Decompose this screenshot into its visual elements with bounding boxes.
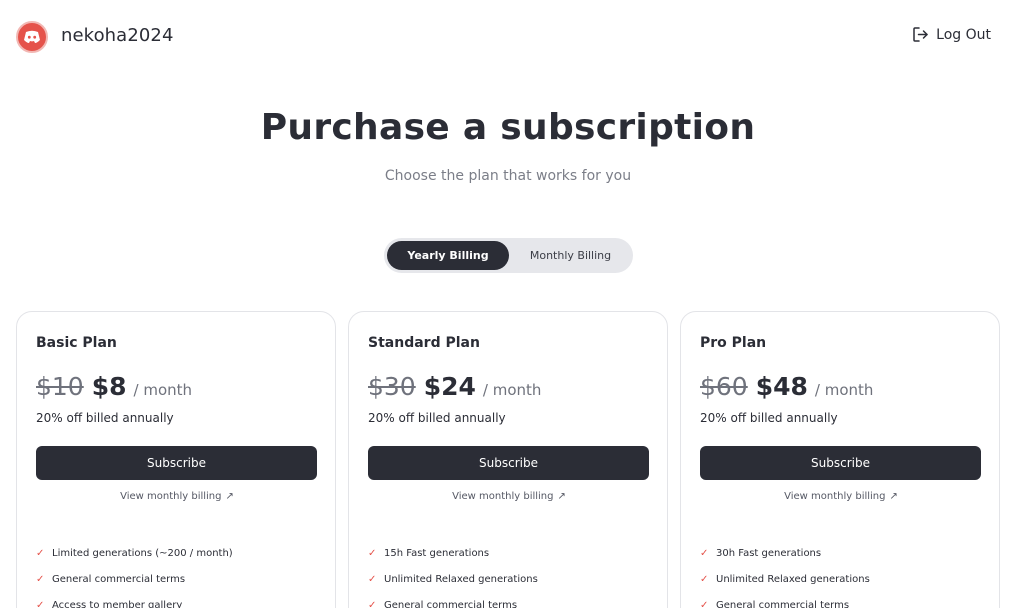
- feature-item: ✓ General commercial terms: [368, 592, 538, 608]
- feature-list: ✓ 30h Fast generations ✓ Unlimited Relaxed…: [700, 540, 870, 608]
- plan-card-basic: Basic Plan $10 $8 / month 20% off billed…: [16, 311, 336, 608]
- feature-text: 30h Fast generations: [716, 547, 822, 559]
- feature-item: ✓ 15h Fast generations: [368, 540, 538, 566]
- subscribe-button[interactable]: Subscribe: [368, 446, 649, 480]
- feature-item: ✓ Unlimited Relaxed generations: [368, 566, 538, 592]
- feature-text: General commercial terms: [384, 599, 518, 608]
- arrow-up-right-icon: ↗: [889, 491, 898, 502]
- yearly-billing-option[interactable]: Yearly Billing: [387, 241, 509, 270]
- feature-item: ✓ Limited generations (~200 / month): [36, 540, 233, 566]
- discount-note: 20% off billed annually: [700, 411, 838, 425]
- feature-text: 15h Fast generations: [384, 547, 490, 559]
- feature-text: Unlimited Relaxed generations: [384, 573, 538, 585]
- feature-item: ✓ Access to member gallery: [36, 592, 233, 608]
- feature-list: ✓ 15h Fast generations ✓ Unlimited Relaxed…: [368, 540, 538, 608]
- original-price: $10: [36, 372, 84, 401]
- page-title: Purchase a subscription: [260, 107, 756, 148]
- top-bar: nekoha2024 Log Out: [0, 0, 1024, 72]
- monthly-billing-option[interactable]: Monthly Billing: [511, 241, 630, 270]
- feature-text: Unlimited Relaxed generations: [716, 573, 870, 585]
- billing-toggle: Yearly Billing Monthly Billing: [384, 238, 633, 273]
- feature-text: General commercial terms: [716, 599, 850, 608]
- subscribe-button[interactable]: Subscribe: [36, 446, 317, 480]
- discount-note: 20% off billed annually: [36, 411, 174, 425]
- price-row: $10 $8 / month: [36, 372, 192, 401]
- check-icon: ✓: [368, 573, 377, 585]
- original-price: $30: [368, 372, 416, 401]
- discord-icon: [24, 30, 40, 43]
- check-icon: ✓: [36, 573, 45, 585]
- feature-list: ✓ Limited generations (~200 / month) ✓ Gen…: [36, 540, 233, 608]
- feature-item: ✓ 30h Fast generations: [700, 540, 870, 566]
- feature-item: ✓ General commercial terms: [36, 566, 233, 592]
- link-label: View monthly billing: [452, 491, 554, 502]
- subscribe-button[interactable]: Subscribe: [700, 446, 981, 480]
- view-monthly-billing-link[interactable]: View monthly billing ↗: [681, 491, 1001, 502]
- check-icon: ✓: [700, 547, 709, 559]
- page-subtitle: Choose the plan that works for you: [384, 168, 632, 184]
- username: nekoha2024: [61, 25, 174, 46]
- discount-note: 20% off billed annually: [368, 411, 506, 425]
- feature-text: Limited generations (~200 / month): [52, 547, 233, 559]
- discounted-price: $48: [755, 372, 808, 401]
- price-period: / month: [133, 381, 193, 399]
- price-period: / month: [482, 381, 542, 399]
- discounted-price: $8: [91, 372, 127, 401]
- original-price: $60: [700, 372, 748, 401]
- view-monthly-billing-link[interactable]: View monthly billing ↗: [349, 491, 669, 502]
- plan-card-pro: Pro Plan $60 $48 / month 20% off billed …: [680, 311, 1000, 608]
- link-label: View monthly billing: [120, 491, 222, 502]
- logout-label: Log Out: [936, 26, 991, 43]
- price-row: $30 $24 / month: [368, 372, 541, 401]
- check-icon: ✓: [36, 547, 45, 559]
- feature-item: ✓ Unlimited Relaxed generations: [700, 566, 870, 592]
- check-icon: ✓: [700, 599, 709, 608]
- check-icon: ✓: [700, 573, 709, 585]
- plan-name: Standard Plan: [368, 335, 480, 351]
- avatar[interactable]: [16, 21, 48, 53]
- price-row: $60 $48 / month: [700, 372, 873, 401]
- arrow-up-right-icon: ↗: [225, 491, 234, 502]
- view-monthly-billing-link[interactable]: View monthly billing ↗: [17, 491, 337, 502]
- check-icon: ✓: [36, 599, 45, 608]
- plan-name: Basic Plan: [36, 335, 117, 351]
- arrow-up-right-icon: ↗: [557, 491, 566, 502]
- price-period: / month: [814, 381, 874, 399]
- feature-text: General commercial terms: [52, 573, 186, 585]
- plan-name: Pro Plan: [700, 335, 767, 351]
- plan-card-standard: Standard Plan $30 $24 / month 20% off bi…: [348, 311, 668, 608]
- link-label: View monthly billing: [784, 491, 886, 502]
- logout-icon: [913, 27, 928, 42]
- logout-button[interactable]: Log Out: [912, 26, 991, 43]
- check-icon: ✓: [368, 599, 377, 608]
- check-icon: ✓: [368, 547, 377, 559]
- discounted-price: $24: [423, 372, 476, 401]
- feature-text: Access to member gallery: [52, 599, 183, 608]
- feature-item: ✓ General commercial terms: [700, 592, 870, 608]
